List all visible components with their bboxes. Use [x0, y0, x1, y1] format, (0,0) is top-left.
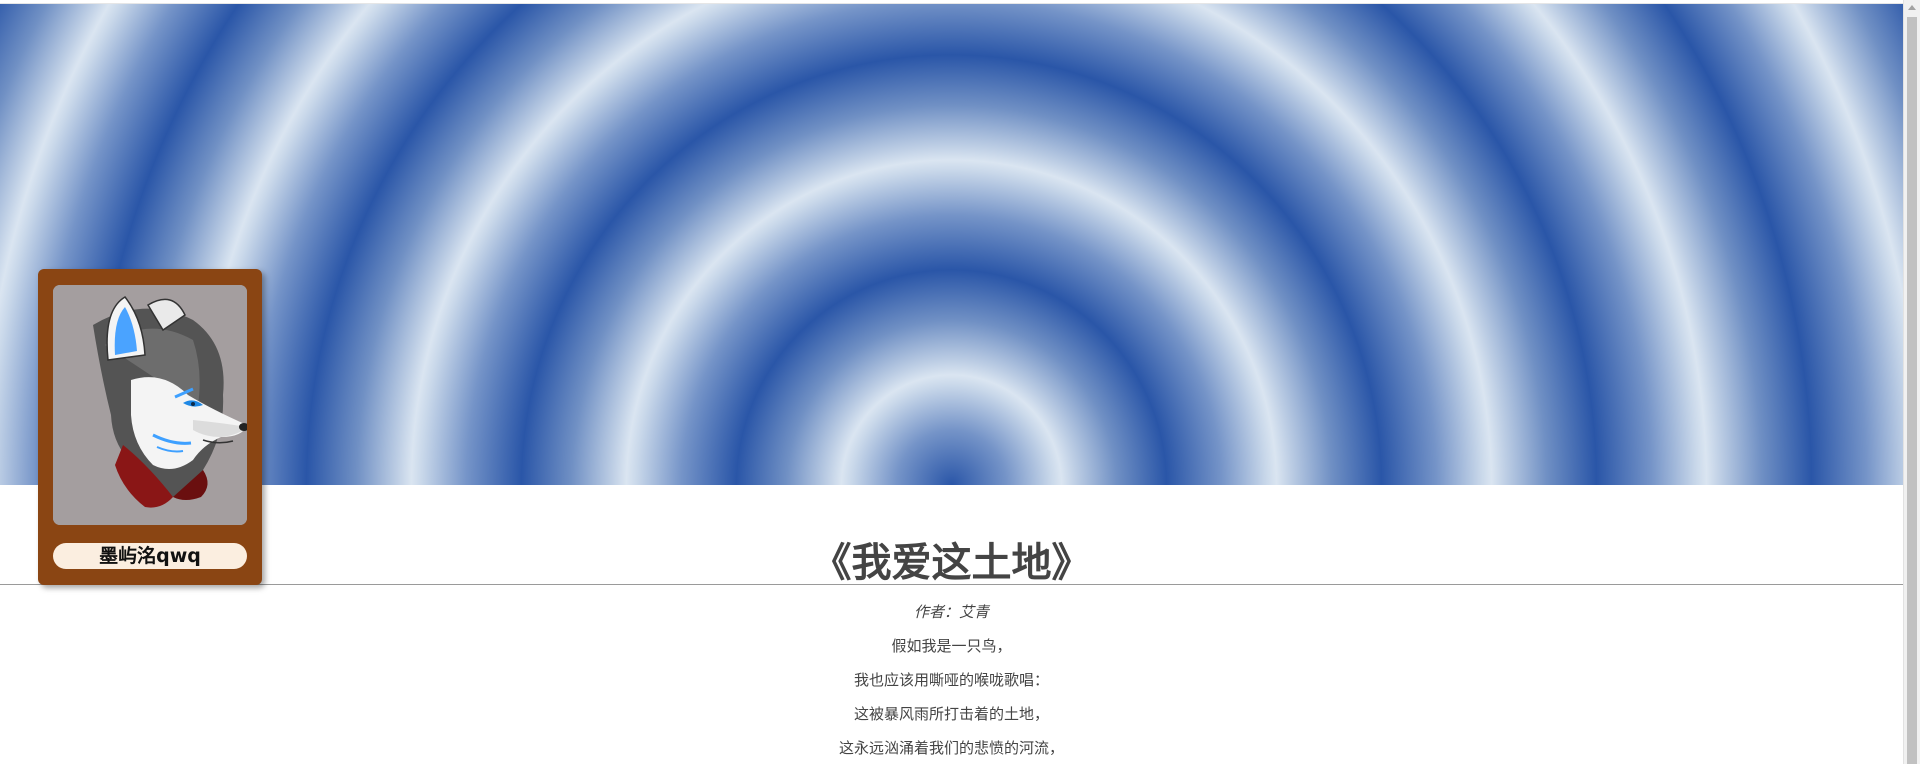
- page: 《我爱这土地》 作者：艾青 假如我是一只鸟， 我也应该用嘶哑的喉咙歌唱： 这被暴…: [0, 0, 1920, 764]
- poem-body: 作者：艾青 假如我是一只鸟， 我也应该用嘶哑的喉咙歌唱： 这被暴风雨所打击着的土…: [0, 600, 1903, 764]
- poem-line: 这永远汹涌着我们的悲愤的河流，: [838, 739, 1064, 757]
- title-divider: [0, 584, 1903, 585]
- poem-line: 我也应该用嘶哑的喉咙歌唱：: [853, 671, 1049, 689]
- scroll-up-arrow-icon[interactable]: [1908, 5, 1916, 10]
- scrollbar-thumb[interactable]: [1907, 17, 1917, 764]
- profile-name: 墨屿洺qwq: [53, 543, 247, 569]
- poem-author: 作者：艾青: [913, 603, 989, 621]
- header-banner: [0, 4, 1903, 485]
- hooded-wolf-avatar-icon: [53, 285, 247, 525]
- vertical-scrollbar[interactable]: [1903, 0, 1920, 764]
- profile-card[interactable]: 墨屿洺qwq: [38, 269, 262, 585]
- poem-line: 这被暴风雨所打击着的土地，: [853, 705, 1049, 723]
- poem-line: 假如我是一只鸟，: [891, 637, 1012, 655]
